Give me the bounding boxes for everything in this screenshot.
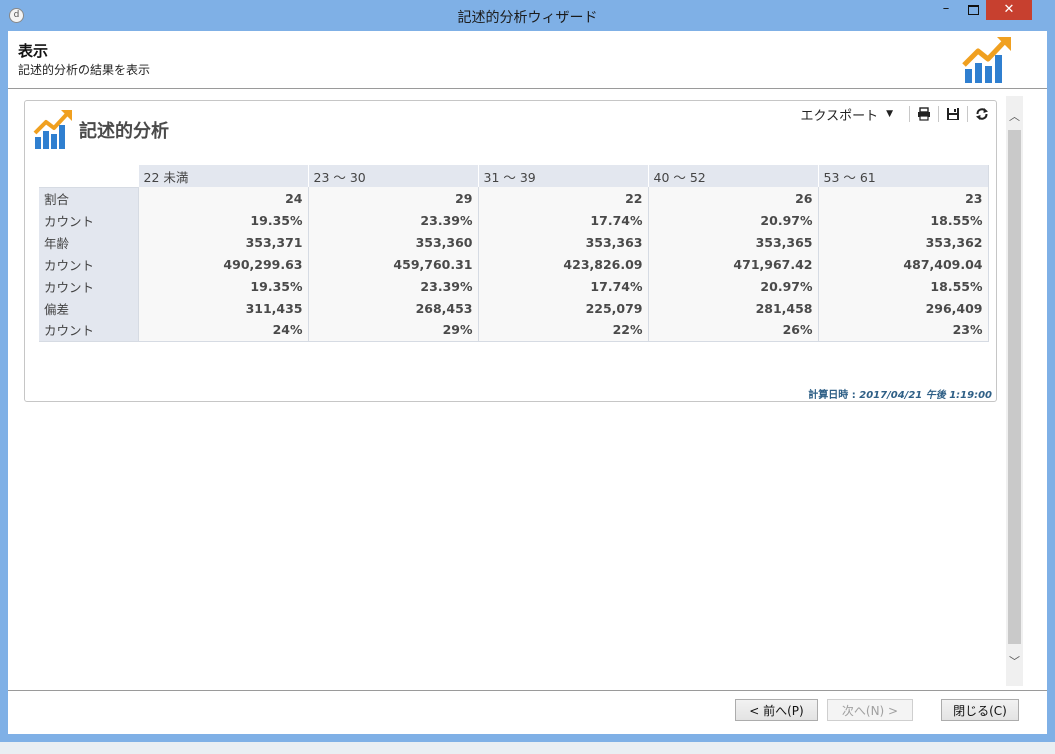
toolbar-divider	[967, 106, 968, 122]
previous-button[interactable]: < 前へ(P)	[735, 699, 818, 721]
row-label: カウント	[39, 209, 138, 231]
calculation-time: 2017/04/21 午後 1:19:00	[859, 390, 992, 401]
table-cell: 17.74%	[477, 275, 648, 297]
table-cell: 24%	[137, 319, 308, 342]
table-cell: 23.39%	[307, 209, 478, 231]
table-cell: 281,458	[647, 297, 818, 319]
row-label: カウント	[39, 253, 138, 275]
row-label: カウント	[39, 275, 138, 297]
next-button[interactable]: 次へ(N) >	[827, 699, 913, 721]
window-close-button[interactable]: ✕	[986, 0, 1032, 20]
table-cell: 18.55%	[817, 275, 989, 297]
table-cell: 17.74%	[477, 209, 648, 231]
calculation-timestamp: 計算日時 : 2017/04/21 午後 1:19:00	[808, 386, 992, 401]
table-cell: 26	[647, 187, 818, 209]
analysis-logo-icon	[962, 37, 1011, 83]
footer-divider	[8, 690, 1047, 691]
table-corner	[39, 165, 138, 188]
vertical-scrollbar[interactable]: ︿ ﹀	[1006, 96, 1023, 686]
table-cell: 225,079	[477, 297, 648, 319]
page-subtitle: 記述的分析の結果を表示	[18, 63, 151, 77]
toolbar-divider	[938, 106, 939, 122]
row-label: カウント	[39, 319, 138, 342]
minimize-button[interactable]: –	[932, 0, 960, 20]
title-bar[interactable]: d 記述的分析ウィザード – ✕	[0, 0, 1055, 32]
row-label: 偏差	[39, 297, 138, 319]
table-cell: 20.97%	[647, 209, 818, 231]
table-cell: 24	[137, 187, 308, 209]
column-header: 40 ～ 52	[647, 165, 818, 187]
table-row: 年齢 353,371 353,360 353,363 353,365 353,362	[39, 231, 989, 253]
toolbar-divider	[909, 106, 910, 122]
page-title: 表示	[18, 42, 49, 60]
table-cell: 18.55%	[817, 209, 989, 231]
window-title: 記述的分析ウィザード	[457, 10, 598, 26]
table-cell: 487,409.04	[817, 253, 989, 275]
table-cell: 471,967.42	[647, 253, 818, 275]
scrollbar-thumb[interactable]	[1008, 130, 1021, 644]
table-cell: 19.35%	[137, 209, 308, 231]
export-dropdown[interactable]: エクスポート	[800, 105, 878, 124]
table-row: カウント 19.35% 23.39% 17.74% 20.97% 18.55%	[39, 209, 989, 231]
table-cell: 20.97%	[647, 275, 818, 297]
table-cell: 23.39%	[307, 275, 478, 297]
chevron-up-icon[interactable]: ︿	[1006, 108, 1023, 125]
close-button[interactable]: 閉じる(C)	[941, 699, 1019, 721]
table-cell: 353,371	[137, 231, 308, 253]
table-cell: 490,299.63	[137, 253, 308, 275]
print-icon[interactable]	[916, 106, 932, 122]
table-row: カウント 19.35% 23.39% 17.74% 20.97% 18.55%	[39, 275, 989, 297]
table-cell: 19.35%	[137, 275, 308, 297]
table-cell: 296,409	[817, 297, 989, 319]
result-table: 22 未満 23 ～ 30 31 ～ 39 40 ～ 52 53 ～ 61 割合…	[39, 165, 989, 342]
table-cell: 268,453	[307, 297, 478, 319]
analysis-logo-icon	[33, 110, 72, 149]
table-cell: 22%	[477, 319, 648, 342]
table-cell: 26%	[647, 319, 818, 342]
column-header: 22 未満	[137, 165, 308, 187]
table-cell: 23%	[817, 319, 989, 342]
row-label: 割合	[39, 187, 138, 209]
table-cell: 353,360	[307, 231, 478, 253]
header-divider	[8, 88, 1047, 89]
save-icon[interactable]	[945, 106, 961, 122]
chevron-down-icon[interactable]: ﹀	[1006, 653, 1023, 670]
table-cell: 29%	[307, 319, 478, 342]
column-header: 53 ～ 61	[817, 165, 989, 187]
refresh-icon[interactable]	[974, 106, 990, 122]
table-cell: 353,365	[647, 231, 818, 253]
dialog-client: 表示 記述的分析の結果を表示 記述的分析 エクスポート ▼ 22 未満 23 ～…	[8, 31, 1047, 734]
table-row: カウント 490,299.63 459,760.31 423,826.09 471,96…	[39, 253, 989, 275]
table-cell: 459,760.31	[307, 253, 478, 275]
table-row: 割合 24 29 22 26 23	[39, 187, 989, 209]
result-panel: 記述的分析 エクスポート ▼ 22 未満 23 ～ 30 31 ～ 39 40 …	[24, 100, 997, 402]
column-header: 23 ～ 30	[307, 165, 478, 187]
table-row: 偏差 311,435 268,453 225,079 281,458 296,409	[39, 297, 989, 319]
chevron-down-icon[interactable]: ▼	[886, 109, 893, 119]
table-cell: 311,435	[137, 297, 308, 319]
table-header-row: 22 未満 23 ～ 30 31 ～ 39 40 ～ 52 53 ～ 61	[39, 165, 989, 188]
wizard-window: d 記述的分析ウィザード – ✕ 表示 記述的分析の結果を表示 記述的分析 エク…	[0, 0, 1055, 742]
row-label: 年齢	[39, 231, 138, 253]
table-cell: 353,362	[817, 231, 989, 253]
table-cell: 22	[477, 187, 648, 209]
table-cell: 29	[307, 187, 478, 209]
panel-title: 記述的分析	[79, 121, 169, 142]
table-row: カウント 24% 29% 22% 26% 23%	[39, 319, 989, 342]
column-header: 31 ～ 39	[477, 165, 648, 187]
table-cell: 423,826.09	[477, 253, 648, 275]
maximize-button[interactable]	[960, 0, 986, 20]
panel-toolbar: エクスポート ▼	[800, 104, 990, 124]
calculation-label: 計算日時 :	[808, 390, 856, 401]
table-cell: 23	[817, 187, 989, 209]
table-cell: 353,363	[477, 231, 648, 253]
